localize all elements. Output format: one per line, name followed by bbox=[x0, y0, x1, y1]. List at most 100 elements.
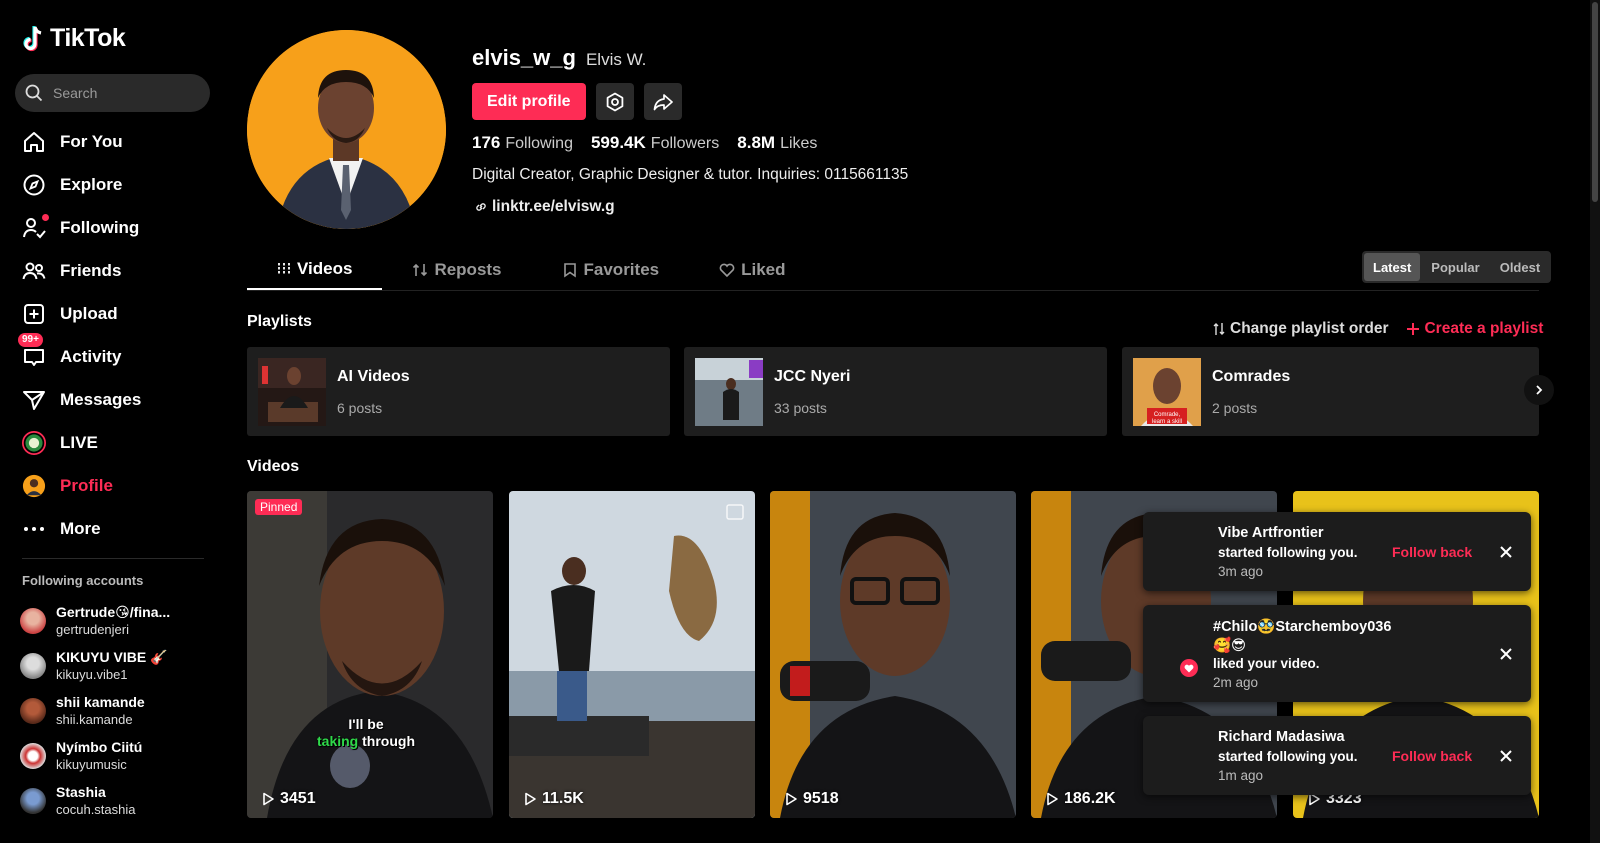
nav-messages[interactable]: Messages bbox=[0, 378, 228, 421]
following-account[interactable]: KIKUYU VIBE 🎸 kikuyu.vibe1 bbox=[20, 643, 220, 688]
tab-videos[interactable]: Videos bbox=[247, 250, 383, 290]
playlist-count: 33 posts bbox=[774, 399, 827, 416]
notification-user[interactable]: Vibe Artfrontier bbox=[1218, 525, 1324, 541]
profile-link[interactable]: linktr.ee/elvisw.g bbox=[474, 198, 615, 216]
playlist-card[interactable]: JCC Nyeri 33 posts bbox=[684, 347, 1107, 436]
sort-latest[interactable]: Latest bbox=[1364, 253, 1421, 281]
notification-toast[interactable]: Richard Madasiwa started following you. … bbox=[1143, 716, 1531, 795]
following-account[interactable]: shii kamande shii.kamande bbox=[20, 688, 220, 733]
search-box[interactable] bbox=[15, 74, 210, 112]
sort-toggle: Latest Popular Oldest bbox=[1362, 251, 1552, 283]
playlist-card[interactable]: Comrade, learn a skill Comrades 2 posts bbox=[1122, 347, 1539, 436]
following-account[interactable]: Gertrude😘/fina... gertrudenjeri bbox=[20, 598, 220, 643]
tiktok-logo-icon bbox=[23, 25, 42, 51]
account-handle: kikuyumusic bbox=[56, 756, 127, 772]
video-views: 11.5K bbox=[523, 790, 584, 808]
friends-icon bbox=[22, 259, 46, 283]
nav-live[interactable]: LIVE bbox=[0, 421, 228, 464]
close-notification-button[interactable] bbox=[1496, 644, 1516, 664]
nav-explore[interactable]: Explore bbox=[0, 163, 228, 206]
notification-toast[interactable]: #Chilo🥸Starchemboy036 🥰😎 liked your vide… bbox=[1143, 605, 1531, 702]
notification-toast[interactable]: Vibe Artfrontier started following you. … bbox=[1143, 512, 1531, 591]
tab-divider bbox=[247, 290, 1539, 291]
views-count: 11.5K bbox=[542, 790, 584, 807]
tab-reposts[interactable]: Reposts bbox=[382, 250, 531, 290]
followers-label: Followers bbox=[650, 135, 720, 152]
account-name: KIKUYU VIBE 🎸 bbox=[56, 648, 168, 665]
edit-profile-button[interactable]: Edit profile bbox=[472, 83, 586, 120]
followers-stat[interactable]: 599.4K Followers bbox=[591, 133, 719, 153]
notification-user[interactable]: Richard Madasiwa bbox=[1218, 729, 1345, 745]
following-icon bbox=[22, 213, 49, 240]
nav-label: Explore bbox=[60, 174, 123, 194]
following-stat[interactable]: 176 Following bbox=[472, 133, 573, 153]
notification-user[interactable]: #Chilo🥸Starchemboy036 bbox=[1213, 618, 1391, 635]
username-row: elvis_w_g Elvis W. bbox=[472, 45, 646, 71]
nav-friends[interactable]: Friends bbox=[0, 249, 228, 292]
nav-activity[interactable]: 99+ Activity bbox=[0, 332, 228, 378]
video-thumbnail bbox=[247, 491, 493, 818]
video-card[interactable]: Pinned I'll be taking through 3451 bbox=[247, 491, 493, 818]
share-button[interactable] bbox=[643, 83, 682, 120]
video-card[interactable]: 9518 bbox=[770, 491, 1016, 818]
share-icon bbox=[653, 93, 673, 110]
play-icon bbox=[525, 792, 536, 806]
following-account[interactable]: Nyímbo Ciitú kikuyumusic bbox=[20, 733, 220, 778]
heart-badge-icon bbox=[1180, 659, 1198, 677]
notification-dot bbox=[42, 213, 49, 221]
avatar bbox=[20, 787, 46, 814]
nav-upload[interactable]: Upload bbox=[0, 292, 228, 335]
logo-text: TikTok bbox=[50, 24, 126, 52]
close-notification-button[interactable] bbox=[1496, 542, 1516, 562]
account-handle: shii.kamande bbox=[56, 711, 133, 727]
close-icon bbox=[1500, 546, 1512, 558]
playlist-thumbnail: Comrade, learn a skill bbox=[1133, 357, 1201, 426]
close-notification-button[interactable] bbox=[1496, 746, 1516, 766]
follow-back-button[interactable]: Follow back bbox=[1392, 748, 1472, 764]
profile-avatar[interactable] bbox=[247, 30, 446, 229]
nav-for-you[interactable]: For You bbox=[0, 120, 228, 163]
playlist-count: 6 posts bbox=[337, 399, 383, 416]
playlist-next-button[interactable] bbox=[1524, 375, 1554, 405]
nav-profile[interactable]: Profile bbox=[0, 464, 228, 507]
scrollbar-thumb[interactable] bbox=[1592, 2, 1598, 202]
nav-label: Messages bbox=[60, 389, 142, 409]
play-icon bbox=[263, 792, 274, 806]
video-thumbnail bbox=[770, 491, 1016, 818]
page-scrollbar[interactable] bbox=[1590, 0, 1600, 843]
tiktok-logo[interactable]: TikTok bbox=[22, 24, 126, 53]
playlist-name: JCC Nyeri bbox=[774, 367, 851, 385]
search-input[interactable] bbox=[53, 85, 193, 101]
playlist-card[interactable]: AI Videos 6 posts bbox=[247, 347, 670, 436]
grid-icon bbox=[278, 263, 290, 275]
nav-label: LIVE bbox=[60, 432, 98, 452]
nav-following[interactable]: Following bbox=[0, 206, 228, 249]
compass-icon bbox=[22, 173, 46, 197]
tab-liked[interactable]: Liked bbox=[689, 250, 815, 290]
sort-popular[interactable]: Popular bbox=[1422, 253, 1488, 281]
live-icon bbox=[22, 430, 46, 455]
create-playlist-button[interactable]: Create a playlist bbox=[1406, 320, 1543, 338]
follow-back-button[interactable]: Follow back bbox=[1392, 544, 1472, 560]
notification-time: 2m ago bbox=[1213, 675, 1259, 690]
tab-favorites[interactable]: Favorites bbox=[532, 250, 690, 290]
more-icon bbox=[22, 517, 46, 541]
search-icon bbox=[25, 84, 43, 102]
repost-icon bbox=[413, 263, 428, 277]
change-playlist-order-button[interactable]: Change playlist order bbox=[1212, 320, 1388, 338]
tab-label: Videos bbox=[297, 259, 353, 278]
video-views: 3451 bbox=[261, 790, 316, 808]
video-card[interactable]: 11.5K bbox=[509, 491, 755, 818]
bookmark-lock-icon bbox=[563, 263, 576, 278]
account-handle: cocuh.stashia bbox=[56, 801, 136, 817]
sort-oldest[interactable]: Oldest bbox=[1491, 253, 1549, 281]
following-accounts-list: Gertrude😘/fina... gertrudenjeri KIKUYU VI… bbox=[20, 598, 220, 823]
nav-label: Activity bbox=[60, 346, 122, 366]
pinned-badge: Pinned bbox=[255, 499, 303, 515]
plus-icon bbox=[1407, 323, 1420, 335]
nav-more[interactable]: More bbox=[0, 507, 228, 550]
home-icon bbox=[22, 130, 46, 154]
following-account[interactable]: Stashia cocuh.stashia bbox=[20, 778, 220, 823]
svg-text:learn a skill: learn a skill bbox=[1152, 419, 1182, 425]
settings-button[interactable] bbox=[595, 83, 634, 120]
